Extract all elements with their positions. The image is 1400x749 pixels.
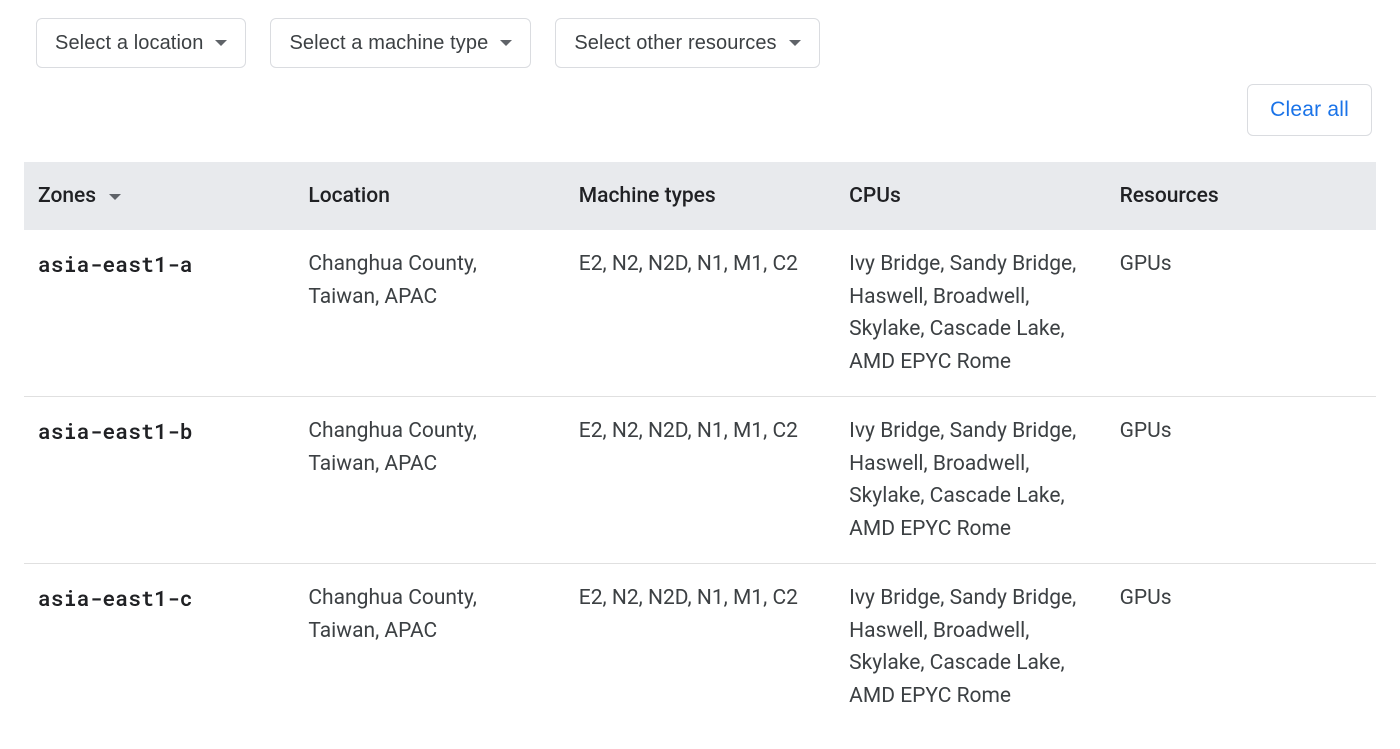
zones-table: Zones Location Machine types CPUs Resour… — [24, 162, 1376, 731]
machine-types-cell: E2, N2, N2D, N1, M1, C2 — [565, 397, 835, 564]
zone-cell: asia-east1-c — [24, 564, 294, 731]
clear-all-button[interactable]: Clear all — [1247, 84, 1372, 136]
machine-types-cell: E2, N2, N2D, N1, M1, C2 — [565, 230, 835, 397]
column-header-cpus[interactable]: CPUs — [835, 162, 1105, 230]
column-header-location[interactable]: Location — [294, 162, 564, 230]
caret-down-icon — [789, 40, 801, 46]
machine-types-cell: E2, N2, N2D, N1, M1, C2 — [565, 564, 835, 731]
select-other-resources-label: Select other resources — [574, 32, 776, 55]
location-cell: Changhua County, Taiwan, APAC — [294, 564, 564, 731]
table-row: asia-east1-c Changhua County, Taiwan, AP… — [24, 564, 1376, 731]
resources-cell: GPUs — [1106, 397, 1376, 564]
table-header-row: Zones Location Machine types CPUs Resour… — [24, 162, 1376, 230]
filter-bar: Select a location Select a machine type … — [36, 18, 1376, 68]
column-header-resources[interactable]: Resources — [1106, 162, 1376, 230]
select-machine-type-dropdown[interactable]: Select a machine type — [270, 18, 531, 68]
select-other-resources-dropdown[interactable]: Select other resources — [555, 18, 819, 68]
zone-cell: asia-east1-a — [24, 230, 294, 397]
caret-down-icon — [215, 40, 227, 46]
zone-cell: asia-east1-b — [24, 397, 294, 564]
cpus-cell: Ivy Bridge, Sandy Bridge, Haswell, Broad… — [835, 564, 1105, 731]
select-location-dropdown[interactable]: Select a location — [36, 18, 246, 68]
cpus-cell: Ivy Bridge, Sandy Bridge, Haswell, Broad… — [835, 230, 1105, 397]
clear-all-label: Clear all — [1270, 98, 1349, 122]
column-header-zones-label: Zones — [38, 184, 96, 208]
resources-cell: GPUs — [1106, 564, 1376, 731]
table-row: asia-east1-a Changhua County, Taiwan, AP… — [24, 230, 1376, 397]
select-location-label: Select a location — [55, 32, 203, 55]
caret-down-icon — [500, 40, 512, 46]
table-row: asia-east1-b Changhua County, Taiwan, AP… — [24, 397, 1376, 564]
column-header-machine-types[interactable]: Machine types — [565, 162, 835, 230]
cpus-cell: Ivy Bridge, Sandy Bridge, Haswell, Broad… — [835, 397, 1105, 564]
select-machine-type-label: Select a machine type — [289, 32, 488, 55]
location-cell: Changhua County, Taiwan, APAC — [294, 230, 564, 397]
sort-desc-icon — [109, 194, 121, 200]
column-header-zones[interactable]: Zones — [24, 162, 294, 230]
clear-row: Clear all — [24, 84, 1376, 136]
resources-cell: GPUs — [1106, 230, 1376, 397]
location-cell: Changhua County, Taiwan, APAC — [294, 397, 564, 564]
